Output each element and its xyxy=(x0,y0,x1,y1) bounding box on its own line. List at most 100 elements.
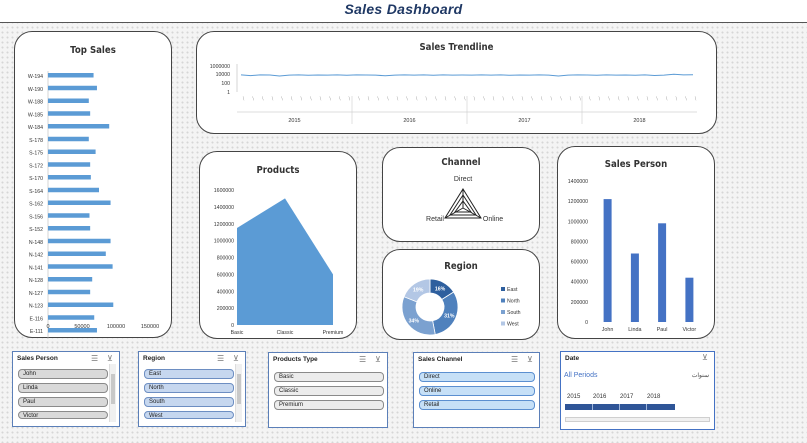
x-tick-label-month: ·— xyxy=(520,95,525,101)
legend-swatch xyxy=(501,310,505,314)
multi-select-icon[interactable]: ☰ xyxy=(91,354,98,363)
y-tick-label: 600000 xyxy=(217,272,234,278)
timeline-year[interactable]: 2015 xyxy=(567,394,580,400)
scroll-thumb[interactable] xyxy=(111,374,115,404)
x-tick-label-month: ·— xyxy=(270,95,275,101)
x-tick-label-month: ·— xyxy=(693,95,698,101)
clear-filter-icon[interactable]: ⊻ xyxy=(702,353,708,362)
slicer-item[interactable]: South xyxy=(144,397,234,407)
products-type-slicer[interactable]: Products Type ☰ ⊻ Basic Classic Premium xyxy=(268,352,388,428)
bar xyxy=(48,264,113,269)
multi-select-icon[interactable]: ☰ xyxy=(359,355,366,364)
slicer-item[interactable]: Retail xyxy=(419,400,535,410)
y-tick-label: 100 xyxy=(221,81,230,87)
multi-select-icon[interactable]: ☰ xyxy=(217,354,224,363)
slicer-item[interactable]: East xyxy=(144,369,234,379)
slicer-header: Products Type xyxy=(273,356,318,363)
legend-swatch xyxy=(501,298,505,303)
bar xyxy=(48,251,106,256)
timeline-year[interactable]: 2017 xyxy=(620,394,633,400)
y-tick-label: S-162 xyxy=(29,202,43,208)
slicer-item[interactable]: Victor xyxy=(18,411,108,419)
x-tick-label: Linda xyxy=(628,327,641,333)
legend-label: West xyxy=(507,322,519,328)
slicer-item[interactable]: Online xyxy=(419,386,535,396)
sales-person-panel: Sales Person 1400000 1200000 1000000 800000… xyxy=(557,146,715,339)
slicer-item[interactable]: Basic xyxy=(274,372,384,382)
slicer-item[interactable]: Linda xyxy=(18,383,108,393)
timeline-level-dropdown[interactable]: سنوات xyxy=(692,372,709,379)
sales-trendline-panel: Sales Trendline 1000000 10000 100 1 ·— ·— ·— ·—… xyxy=(196,31,717,134)
slicer-item[interactable]: Direct xyxy=(419,372,535,382)
slicer-scrollbar[interactable] xyxy=(109,364,116,422)
slicer-item[interactable]: Paul xyxy=(18,397,108,407)
x-tick-label-month: ·— xyxy=(606,95,611,101)
clear-filter-icon[interactable]: ⊻ xyxy=(233,354,239,363)
y-tick-label: 400000 xyxy=(571,280,588,286)
timeline-scrollbar[interactable] xyxy=(565,417,710,422)
clear-filter-icon[interactable]: ⊻ xyxy=(527,355,533,364)
y-tick-label: N-141 xyxy=(29,265,43,271)
region-slicer[interactable]: Region ☰ ⊻ East North South West xyxy=(138,351,246,427)
top-sales-panel: Top Sales W-194 W-190 W-188 W-185 W-184 S-178… xyxy=(14,31,172,339)
year-label: 2018 xyxy=(633,118,645,124)
timeline-year[interactable]: 2016 xyxy=(593,394,606,400)
bar xyxy=(48,238,111,244)
x-tick-label: 50000 xyxy=(74,324,89,330)
top-sales-chart: W-194 W-190 W-188 W-185 W-184 S-178 S-175 S-172… xyxy=(28,71,159,339)
y-tick-label: S-172 xyxy=(29,163,43,169)
date-timeline-slicer[interactable]: Date ⊻ All Periods سنوات 2015 2016 2017 … xyxy=(560,351,715,430)
region-donut-chart: 16% 31% 34% 19% East North South West xyxy=(401,278,521,336)
slicer-item[interactable]: Classic xyxy=(274,386,384,396)
bar xyxy=(48,136,89,142)
x-tick-label-month: ·— xyxy=(260,95,265,101)
clear-filter-icon[interactable]: ⊻ xyxy=(375,355,381,364)
timeline-bar-divider xyxy=(592,404,593,410)
bar xyxy=(48,289,91,295)
slicer-item[interactable]: West xyxy=(144,411,234,419)
timeline-bar[interactable] xyxy=(565,404,675,410)
y-tick-label: 1 xyxy=(227,90,230,96)
y-tick-label: N-123 xyxy=(29,304,43,310)
trendline-chart: 1000000 10000 100 1 ·— ·— ·— ·— ·— ·— ·— ·— ·— ·— ·— ·—… xyxy=(210,64,698,124)
y-tick-label: 1000000 xyxy=(210,64,230,70)
x-tick-label-month: ·— xyxy=(491,95,496,101)
bar xyxy=(48,175,91,180)
y-tick-label: S-164 xyxy=(29,189,43,195)
x-tick-label: 100000 xyxy=(107,324,125,330)
multi-select-icon[interactable]: ☰ xyxy=(511,355,518,364)
timeline-year[interactable]: 2018 xyxy=(647,394,660,400)
x-tick-label-month: ·— xyxy=(597,95,602,101)
bar xyxy=(48,226,91,231)
donut-data-label: 31% xyxy=(444,313,455,319)
year-label: 2015 xyxy=(288,118,300,124)
x-tick-label-month: ·— xyxy=(683,95,688,101)
bar xyxy=(48,302,114,307)
x-tick-label-month: ·— xyxy=(280,95,285,101)
x-tick-label: 0 xyxy=(46,324,49,330)
x-tick-label-month: ·— xyxy=(299,95,304,101)
timeline-bar-divider xyxy=(646,404,647,410)
x-tick-label-month: ·— xyxy=(347,95,352,101)
column-bar xyxy=(603,199,612,322)
bar xyxy=(48,213,90,218)
scroll-thumb[interactable] xyxy=(237,374,241,404)
x-tick-label-month: ·— xyxy=(366,95,371,101)
x-tick-label-month: ·— xyxy=(318,95,323,101)
x-tick-label: Victor xyxy=(683,327,697,333)
slicer-item[interactable]: Premium xyxy=(274,400,384,410)
legend-label: North xyxy=(507,299,520,305)
bar xyxy=(48,111,91,116)
sales-person-slicer[interactable]: Sales Person ☰ ⊻ John Linda Paul Victor xyxy=(12,351,120,427)
y-tick-label: 600000 xyxy=(571,260,588,266)
x-tick-label-month: ·— xyxy=(645,95,650,101)
clear-filter-icon[interactable]: ⊻ xyxy=(107,354,113,363)
slicer-scrollbar[interactable] xyxy=(235,364,242,422)
x-tick-label-month: ·— xyxy=(568,95,573,101)
x-tick-label-month: ·— xyxy=(251,95,256,101)
slicer-item[interactable]: John xyxy=(18,369,108,379)
bar xyxy=(48,149,96,154)
sales-channel-slicer[interactable]: Sales Channel ☰ ⊻ Direct Online Retail xyxy=(413,352,540,428)
x-tick-label-month: ·— xyxy=(433,95,438,101)
slicer-item[interactable]: North xyxy=(144,383,234,393)
